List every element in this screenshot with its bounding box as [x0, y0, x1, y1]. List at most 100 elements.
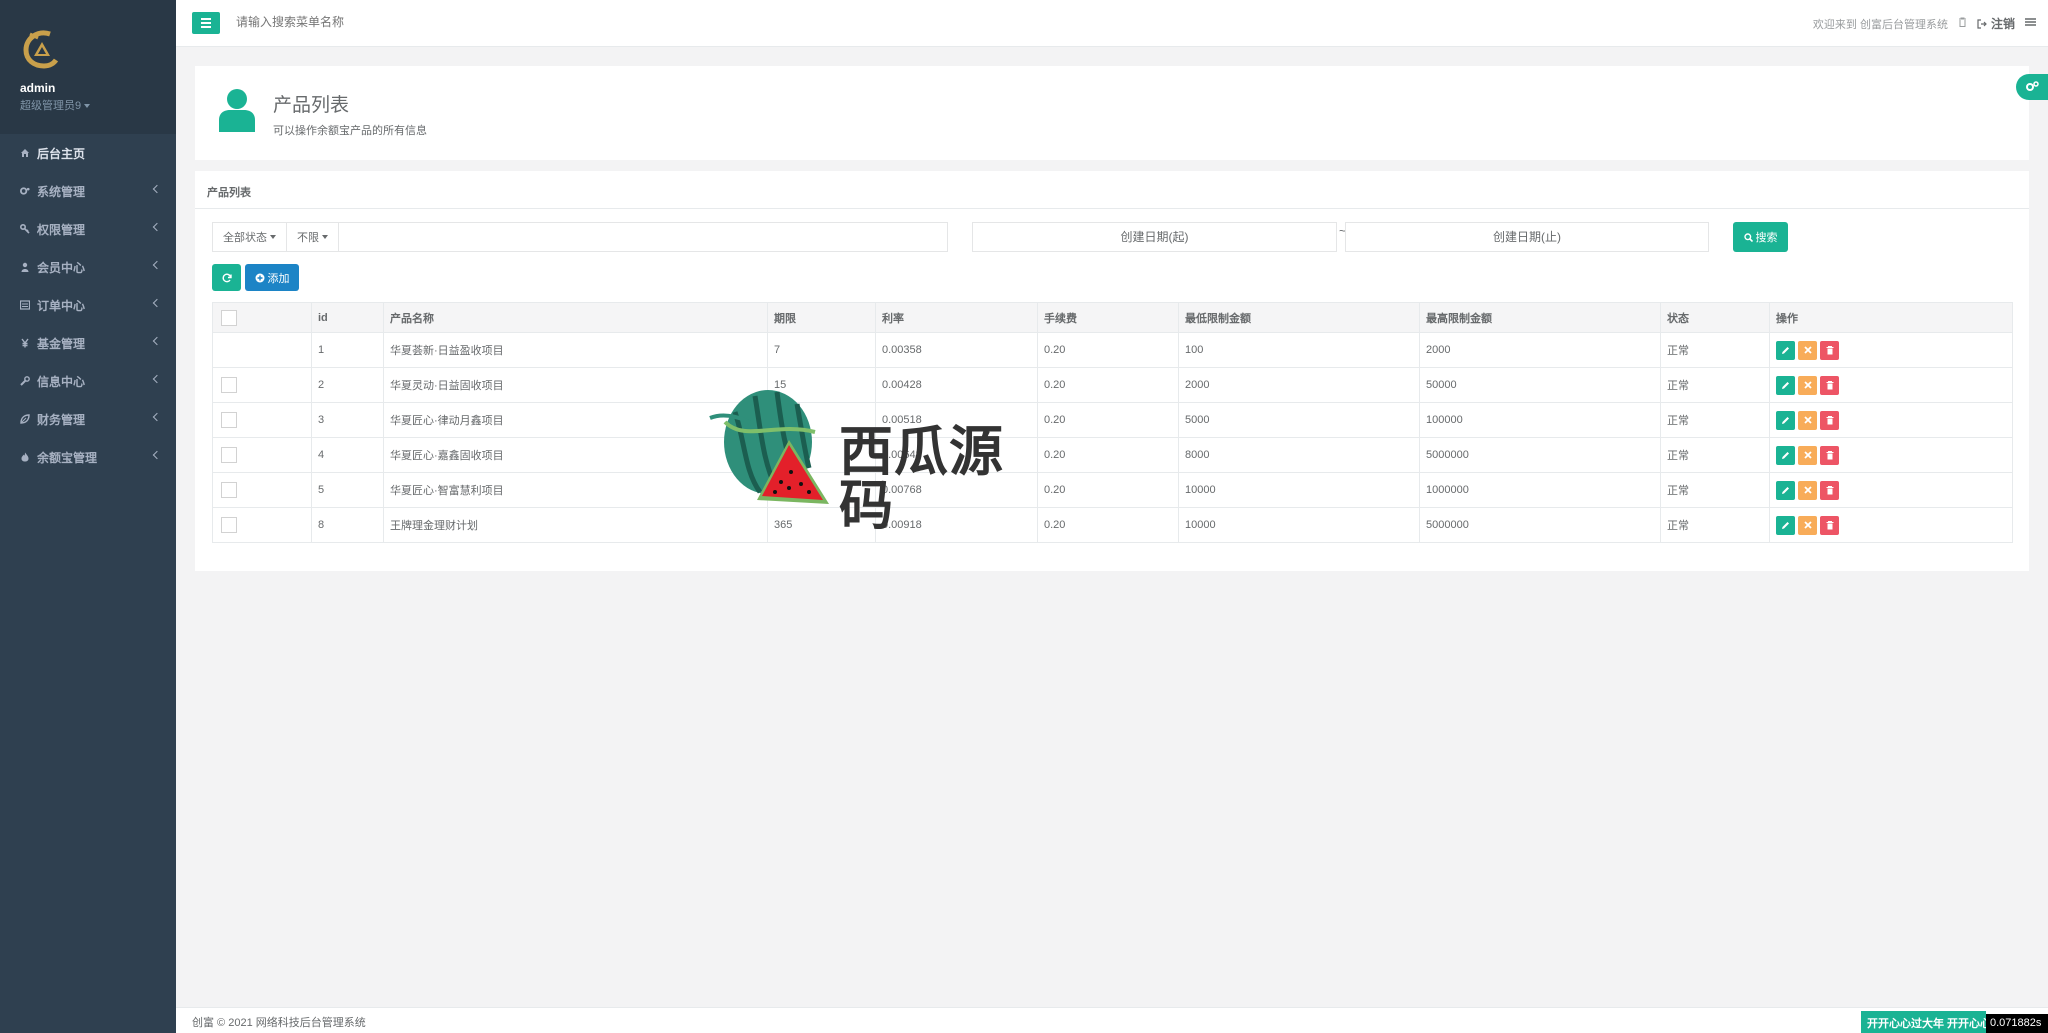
- close-icon: [1803, 381, 1812, 389]
- chevron-left-icon: [152, 184, 162, 194]
- cell-name: 王牌理金理财计划: [383, 507, 768, 543]
- user-role-dropdown[interactable]: 超级管理员9: [20, 97, 176, 113]
- trash-icon: [1826, 380, 1833, 389]
- col-header-id[interactable]: id: [311, 302, 384, 333]
- page-subtitle: 可以操作余额宝产品的所有信息: [273, 125, 427, 137]
- sidebar-toggle-button[interactable]: [192, 12, 220, 34]
- sidebar-item-system[interactable]: 系统管理: [0, 172, 176, 210]
- edit-button[interactable]: [1776, 445, 1795, 465]
- col-header-max[interactable]: 最高限制金额: [1419, 302, 1661, 333]
- close-icon: [1803, 521, 1812, 529]
- delete-button[interactable]: [1820, 515, 1839, 535]
- sidebar-item-home[interactable]: 后台主页: [0, 134, 176, 172]
- row-checkbox[interactable]: [221, 377, 237, 393]
- logout-link[interactable]: 注销: [1977, 15, 2015, 32]
- select-all-checkbox[interactable]: [221, 309, 237, 326]
- cogs-icon: [20, 186, 30, 196]
- pencil-icon: [1782, 486, 1789, 494]
- chevron-left-icon: [152, 298, 162, 308]
- disable-button[interactable]: [1798, 410, 1817, 430]
- cell-id: 3: [311, 402, 384, 438]
- user-name[interactable]: admin: [20, 81, 176, 95]
- sidebar-item-orders[interactable]: 订单中心: [0, 286, 176, 324]
- disable-button[interactable]: [1798, 375, 1817, 395]
- table-row[interactable]: 5 华夏匠心·智富慧利项目 0.00768 0.20 10000 1000000 正常: [212, 472, 2013, 508]
- cell-id: 8: [311, 507, 384, 543]
- cell-id: 2: [311, 367, 384, 403]
- col-header-status[interactable]: 状态: [1660, 302, 1770, 333]
- table-row[interactable]: 2 华夏灵动·日益固收项目 15 0.00428 0.20 2000 50000 正常: [212, 367, 2013, 403]
- edit-button[interactable]: [1776, 340, 1795, 360]
- disable-button[interactable]: [1798, 515, 1817, 535]
- delete-button[interactable]: [1820, 375, 1839, 395]
- status-filter-label: 全部状态: [223, 232, 267, 244]
- sidebar-item-info[interactable]: 信息中心: [0, 362, 176, 400]
- table-row[interactable]: 1 华夏荟新·日益盈收项目 7 0.00358 0.20 100 2000 正常: [212, 332, 2013, 368]
- table-row[interactable]: 8 王牌理金理财计划 365 0.00918 0.20 10000 5000000 正常: [212, 507, 2013, 543]
- sidebar-item-permission[interactable]: 权限管理: [0, 210, 176, 248]
- search-button[interactable]: 搜索: [1733, 222, 1788, 252]
- status-filter-dropdown[interactable]: 全部状态: [213, 223, 287, 251]
- trash-icon[interactable]: [1958, 17, 1967, 30]
- cell-status: 正常: [1660, 472, 1770, 508]
- col-header-fee[interactable]: 手续费: [1037, 302, 1179, 333]
- sidebar-item-label: 后台主页: [37, 146, 86, 161]
- trash-icon: [1826, 520, 1833, 529]
- keyword-input[interactable]: [339, 223, 947, 251]
- sidebar-item-yuebao[interactable]: 余额宝管理: [0, 438, 176, 476]
- pencil-icon: [1782, 521, 1789, 529]
- chevron-left-icon: [152, 260, 162, 270]
- holiday-banner: 开开心心过大年 开开心心: [1861, 1011, 1986, 1033]
- sidebar-item-funds[interactable]: 基金管理: [0, 324, 176, 362]
- table-row[interactable]: 4 华夏匠心·嘉鑫固收项目 0.00648 0.20 8000 5000000 正常: [212, 437, 2013, 473]
- select-all-cell: [212, 302, 312, 333]
- cell-fee: 0.20: [1037, 367, 1179, 403]
- row-checkbox[interactable]: [221, 412, 237, 428]
- col-header-term[interactable]: 期限: [767, 302, 876, 333]
- disable-button[interactable]: [1798, 340, 1817, 360]
- leaf-icon: [20, 414, 30, 424]
- delete-button[interactable]: [1820, 410, 1839, 430]
- edit-button[interactable]: [1776, 480, 1795, 500]
- panel-title: 产品列表: [195, 171, 2029, 209]
- toolbar: 添加: [212, 264, 299, 291]
- delete-button[interactable]: [1820, 445, 1839, 465]
- theme-settings-button[interactable]: [2016, 74, 2048, 100]
- sidebar-item-finance[interactable]: 财务管理: [0, 400, 176, 438]
- edit-button[interactable]: [1776, 410, 1795, 430]
- user-icon: [20, 262, 30, 272]
- edit-button[interactable]: [1776, 375, 1795, 395]
- chevron-left-icon: [152, 450, 162, 460]
- user-role-label: 超级管理员9: [20, 100, 82, 112]
- range-filter-dropdown[interactable]: 不限: [287, 223, 339, 251]
- refresh-button[interactable]: [212, 264, 241, 291]
- refresh-icon: [222, 273, 232, 282]
- delete-button[interactable]: [1820, 480, 1839, 500]
- right-menu-icon[interactable]: [2025, 17, 2036, 30]
- col-header-min[interactable]: 最低限制金额: [1178, 302, 1420, 333]
- add-button[interactable]: 添加: [245, 264, 299, 291]
- welcome-text: 欢迎来到 创富后台管理系统: [1812, 18, 1948, 31]
- wrench-icon: [20, 376, 30, 386]
- menu-search-input[interactable]: [236, 15, 536, 29]
- date-end-input[interactable]: 创建日期(止): [1345, 222, 1709, 252]
- disable-button[interactable]: [1798, 480, 1817, 500]
- gears-icon: [2026, 81, 2039, 91]
- date-start-input[interactable]: 创建日期(起): [972, 222, 1337, 252]
- disable-button[interactable]: [1798, 445, 1817, 465]
- plus-circle-icon: [255, 273, 264, 282]
- footer-copyright: 创富 © 2021 网络科技后台管理系统: [192, 1017, 366, 1029]
- cell-max: 1000000: [1419, 472, 1661, 508]
- col-header-rate[interactable]: 利率: [875, 302, 1038, 333]
- edit-button[interactable]: [1776, 515, 1795, 535]
- col-header-name[interactable]: 产品名称: [383, 302, 768, 333]
- delete-button[interactable]: [1820, 340, 1839, 360]
- table-row[interactable]: 3华夏匠心·律动月鑫项目300.005180.205000100000正常: [212, 402, 2013, 438]
- close-icon: [1803, 451, 1812, 459]
- profile-area: admin 超级管理员9: [0, 0, 176, 134]
- row-checkbox[interactable]: [221, 447, 237, 463]
- sidebar-item-members[interactable]: 会员中心: [0, 248, 176, 286]
- row-checkbox[interactable]: [221, 482, 237, 498]
- row-checkbox[interactable]: [221, 517, 237, 533]
- row-select-cell: [212, 507, 312, 543]
